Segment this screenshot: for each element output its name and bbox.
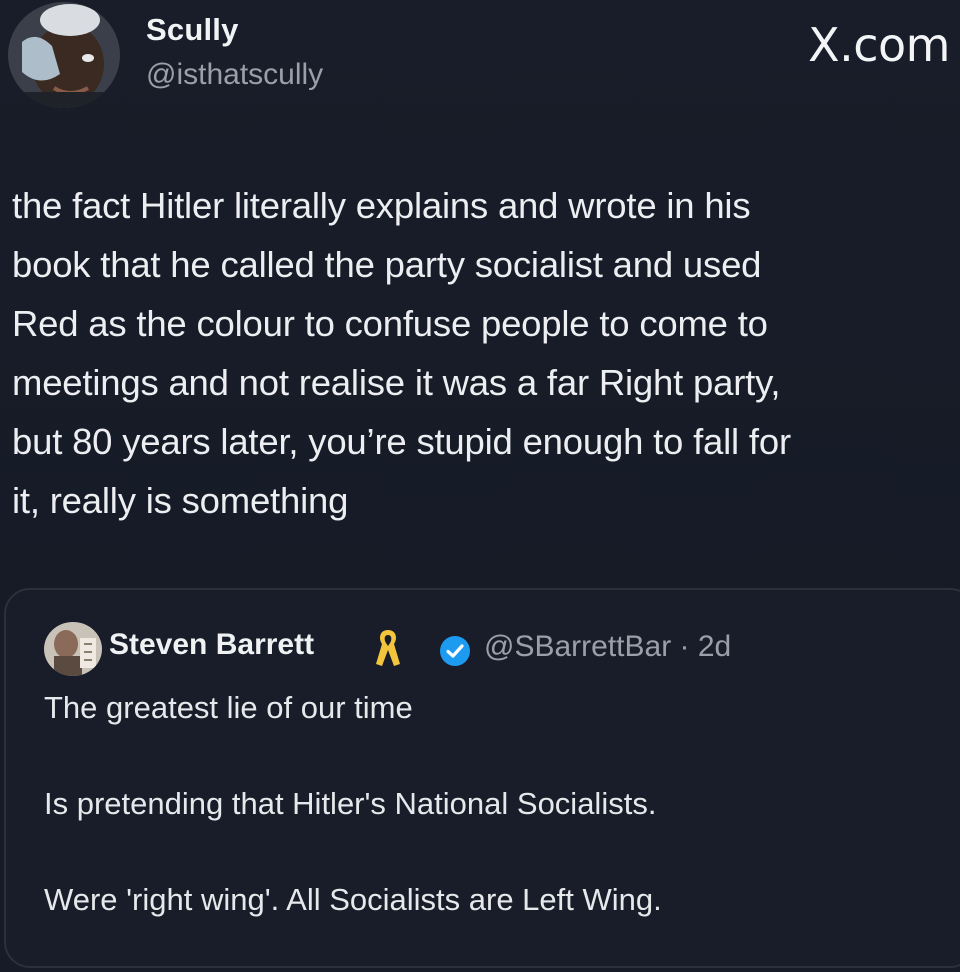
quote-paragraph: Is pretending that Hitler's National Soc… [44, 786, 657, 821]
author-avatar[interactable] [8, 2, 120, 108]
brand-text: .com [839, 18, 950, 72]
quoted-tweet-card[interactable]: Steven Barrett @SBarrettBar · 2d The gre… [4, 588, 960, 968]
author-name[interactable]: Scully [146, 12, 239, 48]
quote-paragraph: The greatest lie of our time [44, 690, 413, 725]
quote-paragraph: Were 'right wing'. All Socialists are Le… [44, 882, 662, 917]
verified-badge-icon [440, 636, 470, 666]
author-handle[interactable]: @isthatscully [146, 58, 323, 92]
quote-author-name[interactable]: Steven Barrett [109, 628, 314, 662]
profile-photo-icon [8, 2, 120, 108]
yellow-ribbon-icon [376, 630, 400, 666]
x-logo-icon: X.com [808, 18, 950, 72]
quote-profile-photo-icon [44, 622, 102, 676]
quote-avatar[interactable] [44, 622, 102, 676]
brand-mark: X [808, 18, 840, 72]
tweet-text: the fact Hitler literally explains and w… [12, 185, 791, 521]
quote-text: The greatest lie of our time Is pretendi… [44, 684, 944, 972]
tweet-screenshot: Scully @isthatscully X.com the fact Hitl… [0, 0, 960, 968]
quote-handle-time[interactable]: @SBarrettBar · 2d [484, 630, 731, 664]
